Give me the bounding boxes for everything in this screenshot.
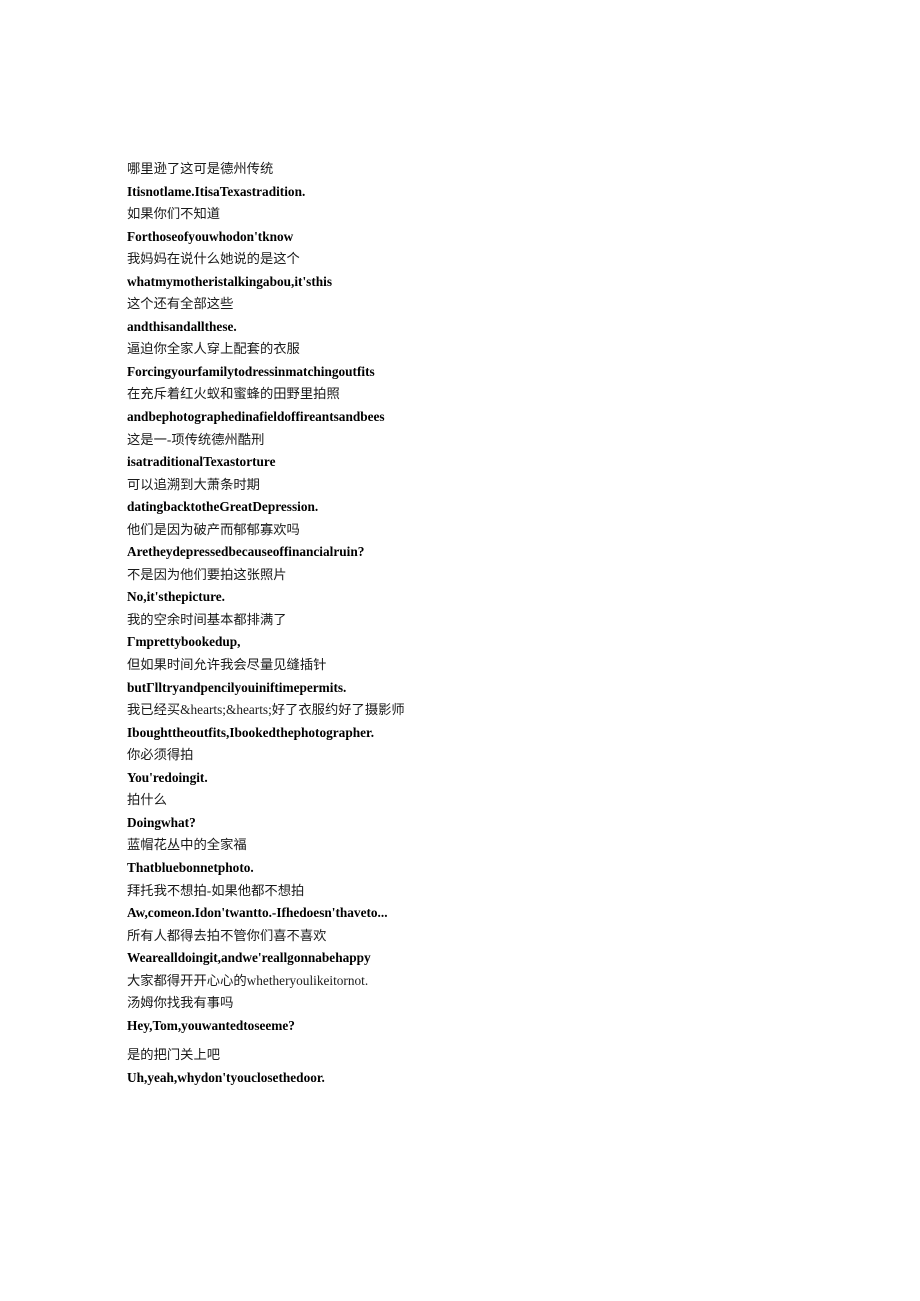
subtitle-line-source: 可以追溯到大萧条时期: [127, 476, 260, 492]
subtitle-line-translation: butΓlltryandpencilyouiniftimepermits.: [127, 679, 347, 695]
subtitle-line-translation: Uh,yeah,whydon'tyouclosethedoor.: [127, 1069, 325, 1085]
subtitle-line-translation: datingbacktotheGreatDepression.: [127, 499, 319, 515]
subtitle-line-translation: No,it'sthepicture.: [127, 589, 225, 605]
subtitle-line-source: 但如果时间允许我会尽量见缝插针: [127, 657, 327, 673]
document-page: 哪里逊了这可是德州传统 Itisnotlame.ItisaTexastraditi…: [0, 0, 920, 1301]
subtitle-line-translation: Forthoseofyouwhodon'tknow: [127, 228, 294, 244]
subtitle-line-translation: Forcingyourfamilytodressinmatchingoutfit…: [127, 363, 375, 379]
subtitle-line-translation: Aretheydepressedbecauseoffinancialruin?: [127, 544, 365, 560]
subtitle-line-translation: Thatbluebonnetphoto.: [127, 859, 254, 875]
subtitle-line-translation: Hey,Tom,youwantedtoseeme?: [127, 1017, 295, 1033]
subtitle-line-translation: andthisandallthese.: [127, 318, 237, 334]
subtitle-line-translation: You'redoingit.: [127, 769, 208, 785]
subtitle-line-source: 逼迫你全家人穿上配套的衣服: [127, 341, 300, 357]
subtitle-line-source: 拍什么: [127, 792, 167, 808]
subtitle-line-source: 蓝帽花丛中的全家福: [127, 837, 247, 853]
subtitle-line-translation: andbephotographedinafieldoffireantsandbe…: [127, 409, 385, 425]
subtitle-line-source: 哪里逊了这可是德州传统: [127, 161, 274, 176]
subtitle-line-source: 汤姆你找我有事吗: [127, 995, 234, 1011]
subtitle-line-source: 他们是因为破产而郁郁寡欢吗: [127, 521, 300, 537]
subtitle-line-source: 不是因为他们要拍这张照片: [127, 566, 287, 582]
subtitle-line-translation: isatraditionalTexastorture: [127, 454, 276, 470]
subtitle-line-translation: Aw,comeon.Idon'twantto.-Ifhedoesn'thavet…: [127, 905, 388, 921]
subtitle-line-translation: whatmymotheristalkingabou,it'sthis: [127, 273, 333, 289]
subtitle-line-translation: Iboughttheoutfits,Ibookedthephotographer…: [127, 724, 375, 740]
subtitle-line-translation: Itisnotlame.ItisaTexastradition.: [127, 183, 306, 199]
subtitle-line-translation: Wearealldoingit,andwe'reallgonnabehappy: [127, 950, 371, 966]
subtitle-line-translation: Doingwhat?: [127, 814, 196, 830]
subtitle-line-source: 这个还有全部这些: [127, 296, 234, 312]
subtitle-line-source: 大家都得开开心心的whetheryoulikeitornot.: [127, 972, 369, 988]
subtitle-line-source: 是的把门关上吧: [127, 1047, 221, 1063]
subtitle-line-source: 这是一-项传统德州酷刑: [127, 431, 265, 447]
subtitle-line-source: 拜托我不想拍-如果他都不想拍: [127, 882, 305, 898]
subtitle-line-source: 我已经买&hearts;&hearts;好了衣服约好了摄影师: [127, 702, 405, 718]
subtitle-line-source: 我妈妈在说什么她说的是这个: [127, 251, 300, 267]
subtitle-line-translation: Γmprettybookedup,: [127, 634, 241, 650]
subtitle-line-source: 我的空余时间基本都排满了: [127, 611, 287, 627]
subtitle-line-source: 你必须得拍: [127, 747, 194, 763]
subtitle-line-source: 在充斥着红火蚁和蜜蜂的田野里拍照: [127, 386, 340, 402]
subtitle-line-source: 所有人都得去拍不管你们喜不喜欢: [127, 927, 327, 943]
subtitle-line-source: 如果你们不知道: [127, 206, 221, 222]
transcript-body: 哪里逊了这可是德州传统 Itisnotlame.ItisaTexastraditi…: [127, 158, 827, 1089]
